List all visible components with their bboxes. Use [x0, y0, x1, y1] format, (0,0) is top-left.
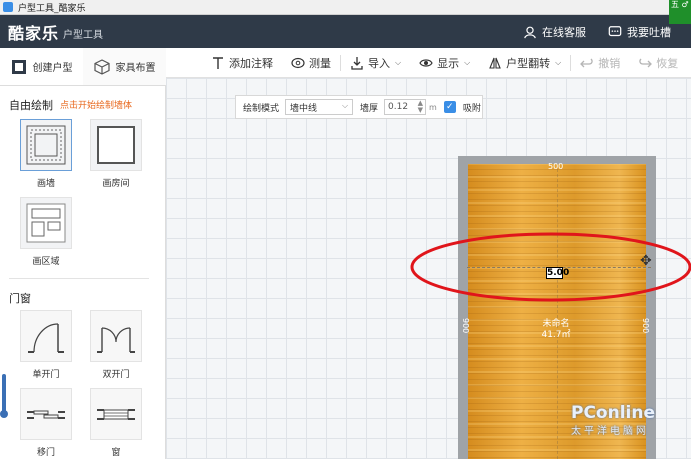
system-tray-badge[interactable]: 五 ♂ — [669, 0, 691, 24]
drawing-canvas[interactable]: 绘制模式 墙中线 ⌵ 墙厚 0.12 ▲ ▼ m ✓ 吸附 500 900 900… — [166, 78, 691, 459]
tab-create-floorplan[interactable]: 创建户型 — [0, 48, 83, 85]
draw-wall-tool[interactable]: 画墙 — [18, 119, 74, 189]
pconline-watermark: PConline 太平洋电脑网 — [571, 403, 655, 437]
wall-thickness-input[interactable]: 0.12 ▲ ▼ — [384, 99, 427, 115]
chat-bubble-icon — [608, 25, 622, 36]
import-icon — [351, 56, 363, 70]
measure-button[interactable]: 测量 — [282, 55, 340, 71]
feedback-button[interactable]: 我要吐槽 — [608, 24, 671, 40]
window-tool[interactable]: 窗 — [88, 388, 144, 458]
redo-button[interactable]: 恢复 — [629, 55, 687, 71]
tab-create-floorplan-label: 创建户型 — [32, 63, 73, 74]
wall-thickness-value: 0.12 — [388, 102, 409, 112]
draw-area-label: 画区域 — [32, 257, 60, 267]
chevron-down-icon: ⌵ — [395, 57, 402, 67]
customer-service-icon — [524, 26, 536, 38]
draw-wall-label: 画墙 — [36, 179, 55, 189]
draw-mode-select[interactable]: 墙中线 ⌵ — [285, 99, 354, 115]
tape-measure-icon — [291, 57, 305, 68]
sliding-door-tool[interactable]: 移门 — [18, 388, 74, 458]
undo-button[interactable]: 撤销 — [571, 55, 629, 71]
add-note-label: 添加注释 — [229, 56, 273, 70]
main-toolbar: 添加注释 测量 导入 ⌵ 显示 ⌵ 户型翻转 ⌵ 撤销 恢复 — [166, 48, 691, 78]
draw-area-icon — [26, 203, 66, 243]
import-label: 导入 — [368, 56, 390, 70]
redo-icon — [639, 58, 653, 67]
flip-icon — [489, 57, 501, 69]
app-header: 酷家乐 户型工具 在线客服 我要吐槽 — [0, 15, 691, 48]
undo-icon — [580, 58, 593, 67]
flip-floorplan-label: 户型翻转 — [506, 56, 551, 70]
doors-windows-title: 门窗 — [9, 292, 31, 305]
brand-logo[interactable]: 酷家乐 — [8, 20, 59, 44]
online-service-label: 在线客服 — [542, 25, 586, 39]
app-icon — [3, 2, 13, 12]
stepper-arrows-icon[interactable]: ▲ ▼ — [418, 100, 423, 114]
single-door-label: 单开门 — [32, 370, 60, 380]
watermark-brand: PConline — [571, 403, 656, 423]
chevron-down-icon: ⌵ — [464, 57, 471, 67]
left-wall-dimension: 900 — [461, 318, 470, 334]
redo-label: 恢复 — [656, 56, 679, 70]
annotation-ellipse — [410, 232, 691, 302]
import-dropdown[interactable]: 导入 ⌵ — [341, 55, 410, 71]
watermark-subtitle: 太平洋电脑网 — [571, 426, 649, 437]
draw-mode-panel: 绘制模式 墙中线 ⌵ 墙厚 0.12 ▲ ▼ m ✓ 吸附 — [235, 95, 483, 119]
draw-area-tool[interactable]: 画区域 — [18, 197, 74, 267]
text-icon — [213, 56, 223, 69]
measure-label: 测量 — [309, 56, 331, 70]
room-name: 未命名 — [542, 319, 570, 329]
left-sidebar: 自由绘制 点击开始绘制墙体 画墙 画房间 画区域 门窗 单开门 双开门 移门 窗 — [0, 86, 166, 459]
add-note-button[interactable]: 添加注释 — [166, 55, 282, 71]
draw-wall-icon — [26, 125, 66, 165]
eye-icon — [419, 58, 433, 67]
feedback-label: 我要吐槽 — [627, 25, 671, 39]
brand-subtitle: 户型工具 — [63, 30, 104, 41]
room-area: 41.7㎡ — [541, 330, 571, 340]
free-draw-title: 自由绘制 — [9, 99, 53, 112]
display-dropdown[interactable]: 显示 ⌵ — [410, 55, 479, 71]
sliding-door-icon — [27, 410, 65, 419]
single-door-tool[interactable]: 单开门 — [18, 310, 74, 380]
chevron-down-icon: ⌵ — [341, 101, 349, 110]
online-service-button[interactable]: 在线客服 — [523, 24, 586, 40]
sidebar-scroll-knob[interactable] — [0, 410, 8, 418]
right-wall-dimension: 900 — [641, 318, 650, 334]
floorplan-icon — [11, 59, 26, 74]
checkmark-icon: ✓ — [446, 102, 454, 112]
cube-icon — [93, 58, 110, 75]
draw-room-tool[interactable]: 画房间 — [88, 119, 144, 189]
undo-label: 撤销 — [598, 56, 621, 70]
single-door-icon — [28, 323, 64, 353]
double-door-icon — [97, 327, 135, 353]
left-panel-tabs: 创建户型 家具布置 — [0, 48, 166, 86]
snap-checkbox[interactable]: ✓ — [443, 101, 456, 113]
draw-mode-label: 绘制模式 — [243, 103, 280, 114]
sliding-door-label: 移门 — [36, 448, 55, 458]
sidebar-scrollbar[interactable] — [2, 374, 6, 414]
double-door-tool[interactable]: 双开门 — [88, 310, 144, 380]
window-icon — [97, 409, 135, 420]
room-center-guide — [557, 164, 558, 459]
double-door-label: 双开门 — [102, 370, 130, 380]
tab-furniture-label: 家具布置 — [115, 63, 156, 74]
window-label: 窗 — [111, 448, 121, 458]
wall-thickness-label: 墙厚 — [360, 103, 379, 114]
room-label[interactable]: 未命名 41.7㎡ — [536, 319, 576, 341]
tab-furniture[interactable]: 家具布置 — [83, 48, 166, 85]
wall-thickness-unit: m — [429, 102, 437, 112]
display-label: 显示 — [437, 56, 460, 70]
window-titlebar: 户型工具_酷家乐 五 ♂ — [0, 0, 691, 24]
snap-label: 吸附 — [462, 103, 481, 114]
draw-mode-value: 墙中线 — [290, 103, 318, 114]
chevron-down-icon: ⌵ — [555, 57, 562, 67]
draw-room-label: 画房间 — [102, 179, 130, 189]
flip-floorplan-dropdown[interactable]: 户型翻转 ⌵ — [479, 55, 570, 71]
draw-hint: 点击开始绘制墙体 — [60, 101, 133, 111]
top-wall-dimension: 500 — [548, 162, 564, 171]
draw-room-icon — [97, 126, 135, 164]
section-divider — [9, 278, 149, 279]
window-title: 户型工具_酷家乐 — [18, 3, 86, 14]
